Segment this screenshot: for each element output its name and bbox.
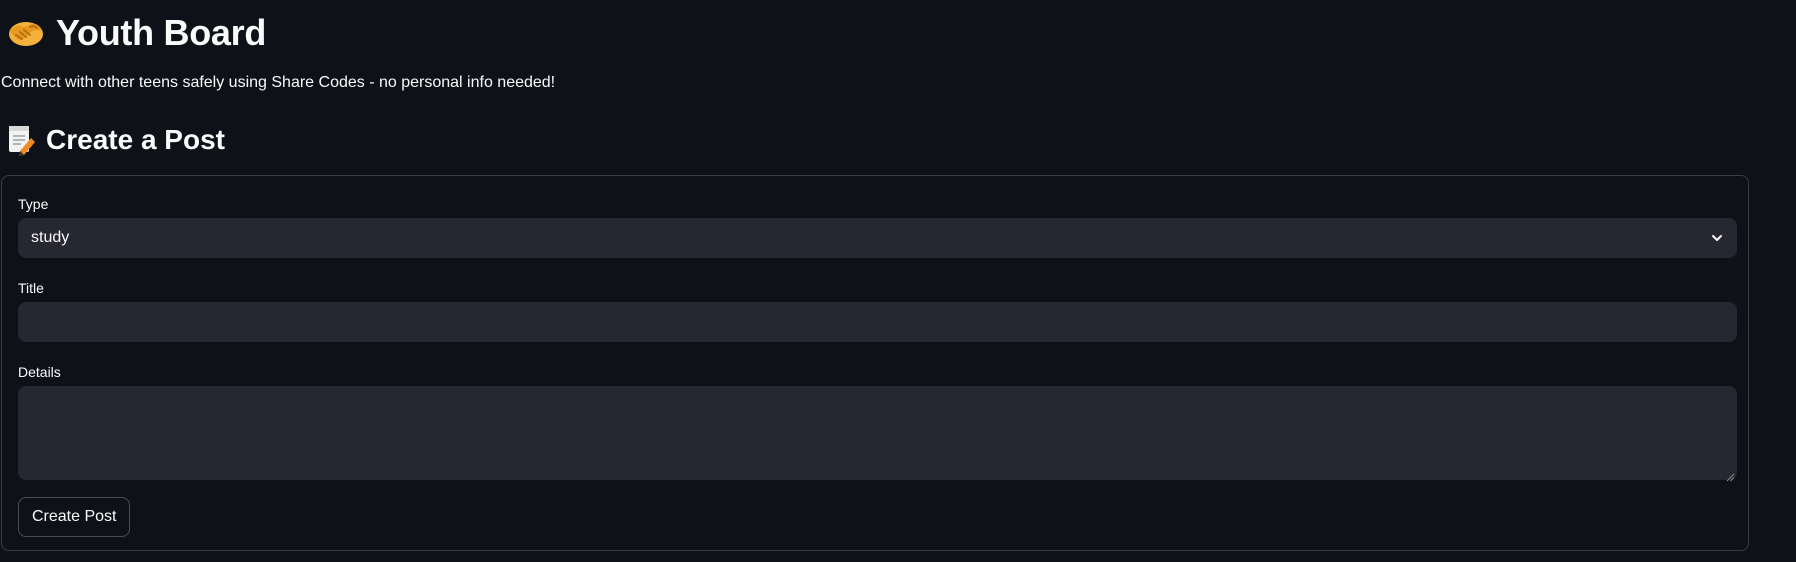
- title-input[interactable]: [18, 302, 1737, 342]
- details-textarea[interactable]: [18, 386, 1737, 480]
- page: Youth Board Connect with other teens saf…: [0, 0, 1796, 562]
- create-post-button[interactable]: Create Post: [18, 497, 131, 537]
- section-header: Create a Post: [6, 122, 225, 158]
- resize-handle-icon[interactable]: [1726, 469, 1735, 482]
- details-label: Details: [18, 364, 61, 380]
- memo-icon: [6, 124, 36, 156]
- create-post-form: Type study Title Details Create Post: [1, 175, 1749, 551]
- page-subtitle: Connect with other teens safely using Sh…: [1, 74, 556, 91]
- type-select-value: study: [31, 229, 70, 246]
- chevron-down-icon: [1709, 230, 1725, 246]
- type-select[interactable]: study: [18, 218, 1737, 258]
- handshake-icon: [6, 13, 46, 53]
- page-header: Youth Board: [6, 10, 266, 56]
- title-label: Title: [18, 280, 44, 296]
- page-title: Youth Board: [56, 12, 267, 53]
- section-title: Create a Post: [46, 124, 225, 155]
- type-label: Type: [18, 196, 49, 212]
